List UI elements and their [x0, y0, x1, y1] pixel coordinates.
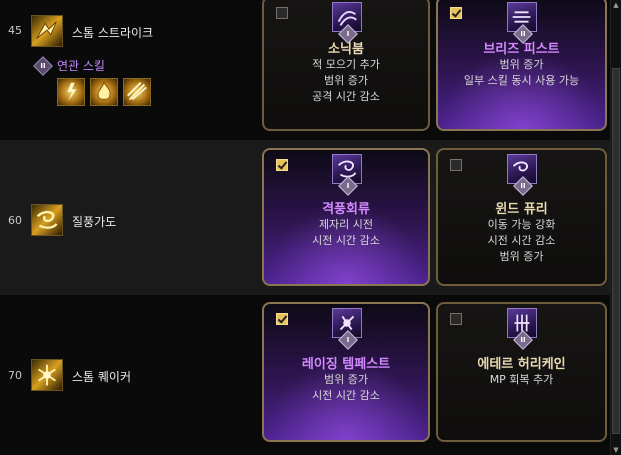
option-desc-1: 제자리 시전 [318, 218, 374, 231]
option-card-breeze-fist[interactable]: II 브리즈 피스트 범위 증가 일부 스킬 동시 사용 가능 [436, 0, 607, 131]
option-checkbox-checked[interactable] [450, 7, 462, 19]
option-desc-2: 시전 시간 감소 [312, 234, 380, 247]
option-title: 소닉붐 [328, 42, 364, 57]
option-desc-2: 시전 시간 감소 [312, 389, 380, 402]
option-title: 에테르 허리케인 [477, 357, 566, 372]
option-card-ether-hurricane[interactable]: II 에테르 허리케인 MP 회복 추가 [436, 302, 607, 442]
option-desc-2: 일부 스킬 동시 사용 가능 [463, 74, 580, 87]
option-title: 브리즈 피스트 [483, 42, 560, 57]
skill-name: 스톰 스트라이크 [72, 26, 154, 40]
gale-road-icon[interactable] [31, 204, 63, 236]
level-label: 70 [8, 369, 22, 382]
option-desc-3: 범위 증가 [499, 250, 544, 263]
option-card-wind-fury[interactable]: II 윈드 퓨리 이동 가능 강화 시전 시간 감소 범위 증가 [436, 148, 607, 286]
skill-row-45: 45 스톰 스트라이크 II 연관 스킬 I 소닉붐 적 모으기 추가 범위 증… [0, 0, 611, 140]
option-checkbox-checked[interactable] [276, 159, 288, 171]
option-desc-1: 범위 증가 [324, 373, 368, 386]
vertical-scrollbar[interactable]: ▲ ▼ [610, 0, 621, 455]
electric-slash-icon[interactable] [123, 78, 151, 106]
option-title: 레이징 템페스트 [301, 357, 391, 372]
option-desc-1: MP 회복 추가 [489, 373, 554, 386]
option-desc-3: 공격 시간 감소 [312, 90, 380, 103]
option-checkbox-checked[interactable] [276, 313, 288, 325]
skill-row-60: 60 질풍가도 I 격풍회류 제자리 시전 시전 시간 감소 II 윈드 퓨리 … [0, 140, 611, 295]
option-card-sonic-boom[interactable]: I 소닉붐 적 모으기 추가 범위 증가 공격 시간 감소 [262, 0, 430, 131]
option-checkbox[interactable] [450, 313, 462, 325]
option-desc-1: 적 모으기 추가 [312, 58, 380, 71]
option-checkbox[interactable] [450, 159, 462, 171]
storm-quaker-icon[interactable] [31, 359, 63, 391]
related-skill-badge: II [33, 56, 53, 76]
related-skill-label: 연관 스킬 [57, 59, 105, 73]
option-desc-1: 이동 가능 강화 [487, 218, 556, 231]
option-card-raging-tempest[interactable]: I 레이징 템페스트 범위 증가 시전 시간 감소 [262, 302, 430, 442]
scroll-up-arrow-icon[interactable]: ▲ [611, 0, 621, 10]
option-desc-2: 시전 시간 감소 [487, 234, 556, 247]
option-card-gale-whirl[interactable]: I 격풍회류 제자리 시전 시전 시간 감소 [262, 148, 430, 286]
level-label: 60 [8, 214, 22, 227]
flame-burst-icon[interactable] [90, 78, 118, 106]
storm-strike-icon[interactable] [31, 15, 63, 47]
scroll-down-arrow-icon[interactable]: ▼ [611, 445, 621, 455]
option-title: 격풍회류 [322, 202, 370, 217]
level-label: 45 [8, 24, 22, 37]
skill-name: 질풍가도 [72, 215, 117, 229]
lightning-figure-icon[interactable] [57, 78, 85, 106]
skill-row-70: 70 스톰 퀘이커 I 레이징 템페스트 범위 증가 시전 시간 감소 II 에… [0, 295, 611, 455]
scrollbar-thumb[interactable] [612, 68, 620, 434]
option-desc-2: 범위 증가 [324, 74, 368, 87]
option-title: 윈드 퓨리 [495, 202, 548, 217]
option-desc-1: 범위 증가 [499, 58, 544, 71]
skill-name: 스톰 퀘이커 [72, 370, 132, 384]
option-checkbox[interactable] [276, 7, 288, 19]
